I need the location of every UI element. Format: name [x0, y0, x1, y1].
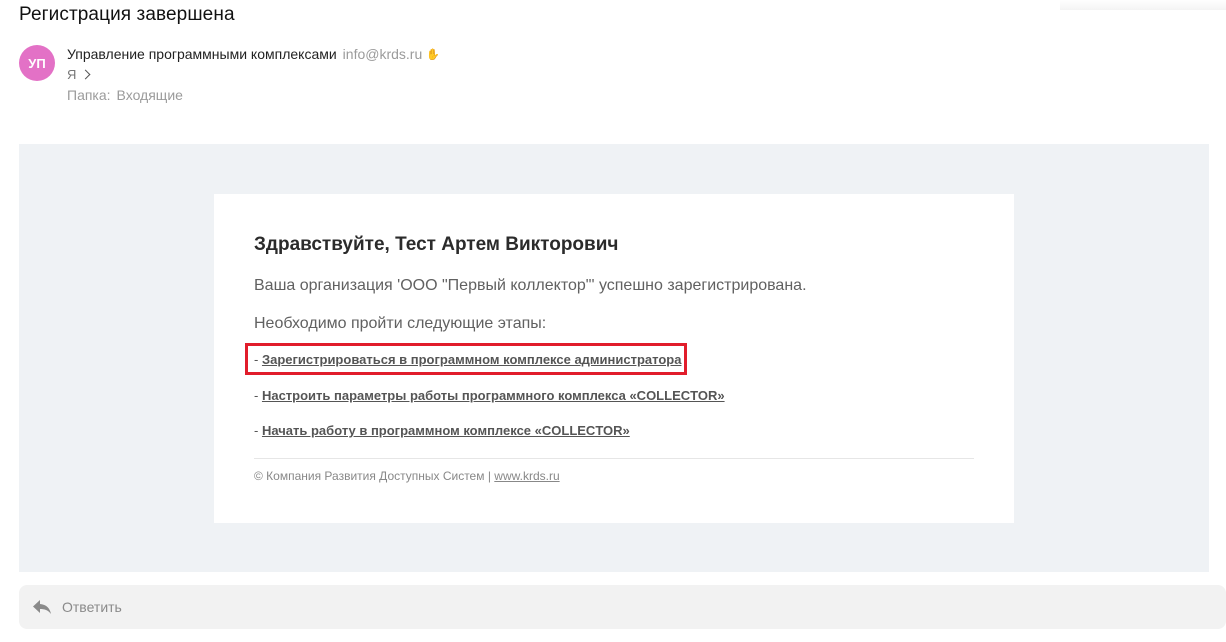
- reply-label: Ответить: [62, 599, 122, 615]
- recipient-name: Я: [67, 67, 77, 82]
- recipients-toggle[interactable]: Я: [67, 65, 440, 84]
- reply-icon: [33, 600, 51, 614]
- footer: © Компания Развития Доступных Систем | w…: [254, 469, 560, 483]
- footer-divider: [254, 458, 974, 459]
- chevron-right-icon[interactable]: [80, 69, 91, 80]
- toolbar-shade: [1060, 0, 1226, 10]
- folder-line: Папка: Входящие: [67, 86, 440, 105]
- folder-label: Папка:: [67, 87, 111, 103]
- reply-bar: Ответить: [19, 585, 1226, 629]
- reply-button[interactable]: Ответить: [33, 596, 122, 618]
- greeting: Здравствуйте, Тест Артем Викторович: [254, 234, 619, 255]
- sender-email[interactable]: info@krds.ru: [343, 46, 423, 62]
- steps-intro: Необходимо пройти следующие этапы:: [254, 315, 547, 332]
- step-prefix: -: [254, 423, 262, 438]
- highlight-box: [245, 343, 687, 375]
- avatar[interactable]: УП: [19, 45, 55, 81]
- footer-link[interactable]: www.krds.ru: [494, 469, 559, 483]
- org-text: Ваша организация 'ООО "Первый коллектор"…: [254, 277, 807, 294]
- sender-name[interactable]: Управление программными комплексами: [67, 46, 337, 62]
- step-item: - Настроить параметры работы программног…: [254, 388, 725, 403]
- mail-body: Здравствуйте, Тест Артем Викторович Ваша…: [19, 144, 1209, 572]
- avatar-initials: УП: [28, 55, 46, 71]
- configure-collector-link[interactable]: Настроить параметры работы программного …: [262, 388, 725, 403]
- step-prefix: -: [254, 388, 262, 403]
- start-collector-link[interactable]: Начать работу в программном комплексе «C…: [262, 423, 630, 438]
- footer-text: © Компания Развития Доступных Систем |: [254, 469, 495, 483]
- message-subject: Регистрация завершена: [19, 4, 235, 25]
- step-item: - Начать работу в программном комплексе …: [254, 423, 630, 438]
- mail-card: Здравствуйте, Тест Артем Викторович Ваша…: [214, 194, 1014, 523]
- verified-icon: ✋: [426, 49, 440, 61]
- sender-block: Управление программными комплексами info@…: [67, 45, 440, 105]
- folder-value[interactable]: Входящие: [117, 87, 183, 103]
